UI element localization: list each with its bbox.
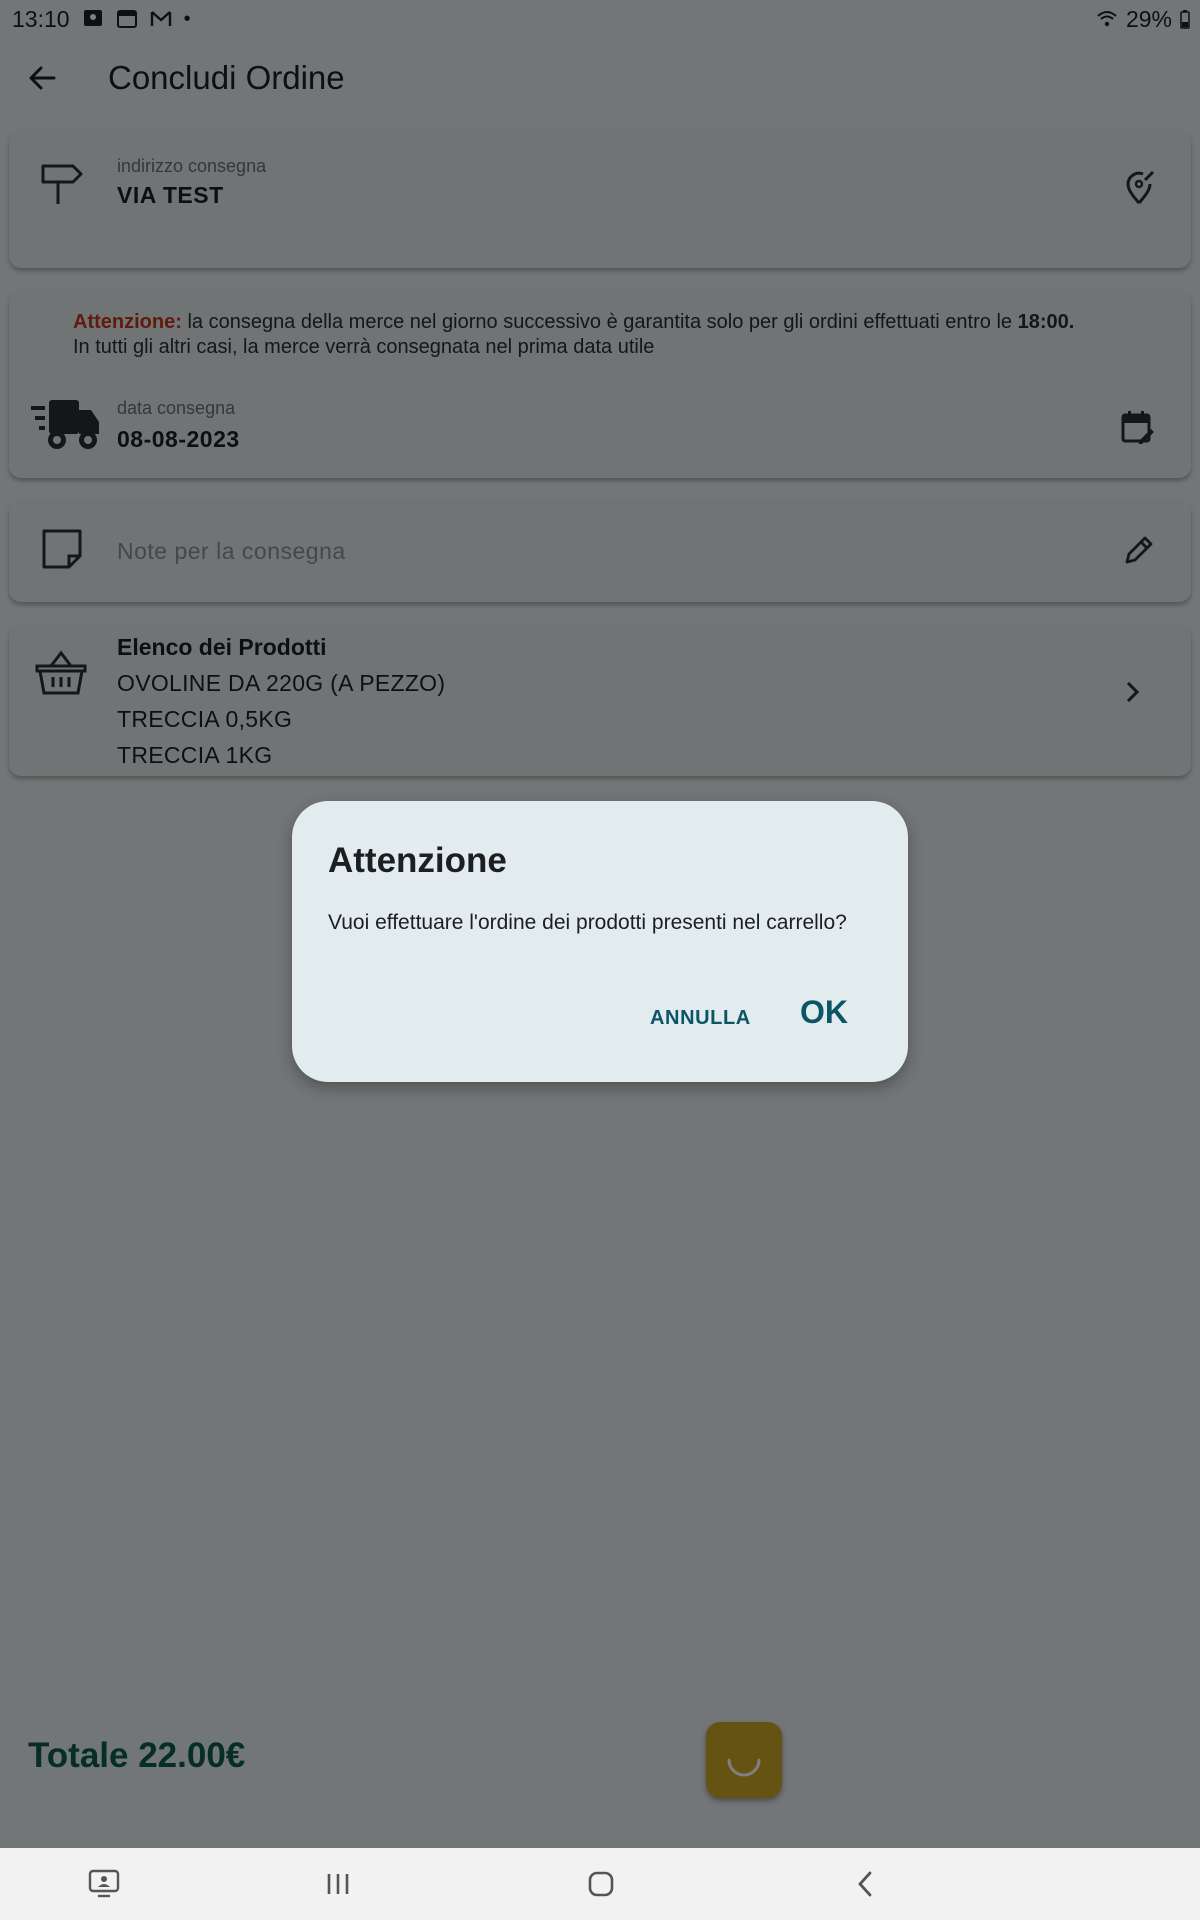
back-icon — [858, 1871, 872, 1897]
dialog-title: Attenzione — [328, 841, 507, 880]
dialog-message: Vuoi effettuare l'ordine dei prodotti pr… — [328, 911, 847, 934]
recents-icon — [327, 1874, 349, 1894]
cancel-button[interactable]: ANNULLA — [644, 999, 757, 1038]
ok-button[interactable]: OK — [794, 990, 854, 1035]
system-nav-bar — [0, 1848, 1200, 1920]
confirm-dialog: Attenzione Vuoi effettuare l'ordine dei … — [292, 801, 908, 1082]
nav-screen-button[interactable] — [84, 1864, 124, 1904]
nav-recents-button[interactable] — [318, 1864, 358, 1904]
nav-home-button[interactable] — [581, 1864, 621, 1904]
nav-back-button[interactable] — [845, 1864, 885, 1904]
home-icon — [588, 1871, 614, 1897]
screen-icon — [88, 1869, 120, 1898]
